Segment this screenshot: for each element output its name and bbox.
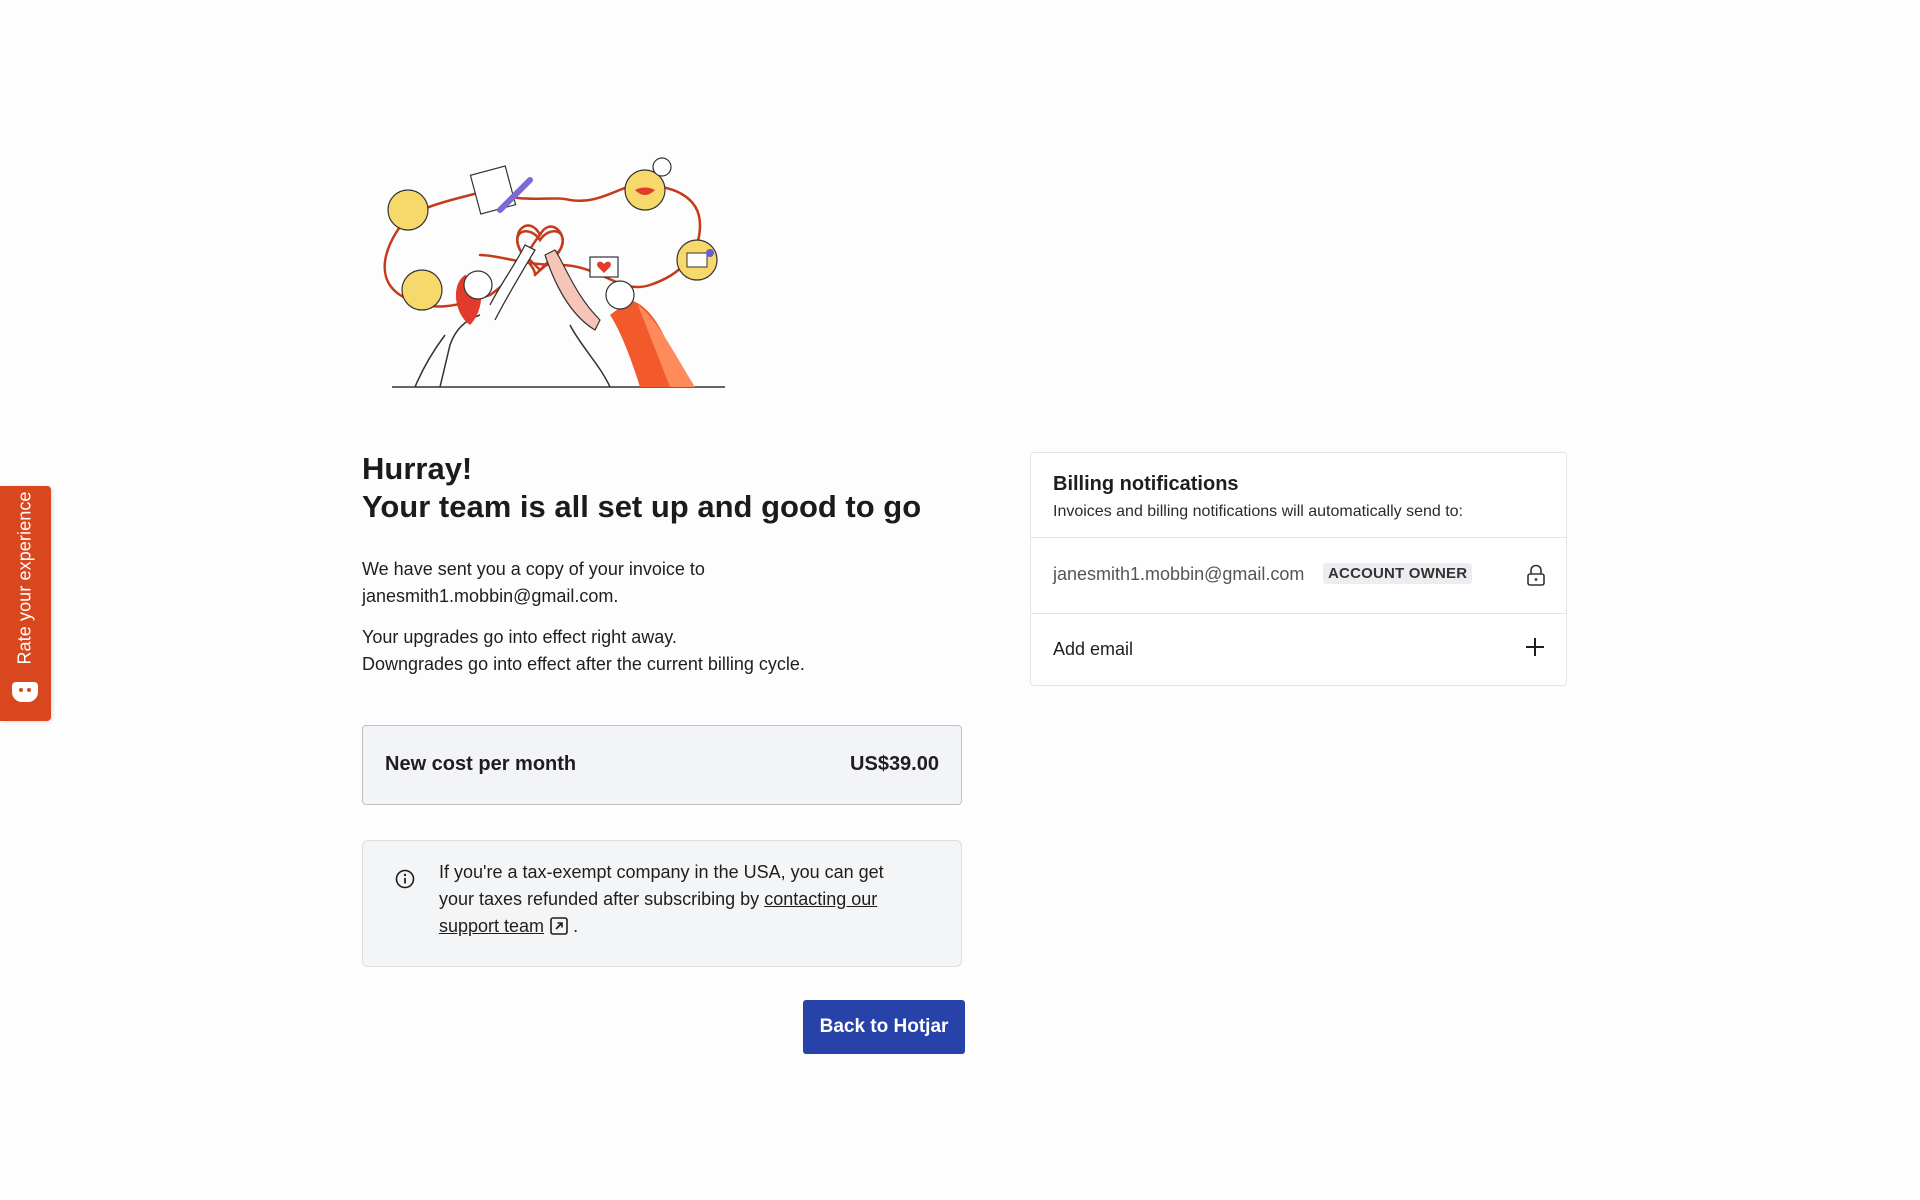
- cost-value: US$39.00: [850, 753, 939, 775]
- tax-exempt-info-box: If you're a tax-exempt company in the US…: [362, 840, 962, 967]
- billing-email-row: janesmith1.mobbin@gmail.com ACCOUNT OWNE…: [1031, 538, 1566, 614]
- smiley-face-icon: [12, 682, 38, 702]
- add-email-button[interactable]: Add email: [1031, 614, 1566, 684]
- billing-notifications-card: Billing notifications Invoices and billi…: [1030, 452, 1567, 686]
- downgrades-line: Downgrades go into effect after the curr…: [362, 654, 805, 674]
- confirmation-section: Hurray! Your team is all set up and good…: [362, 450, 966, 1054]
- plus-icon: [1526, 638, 1544, 656]
- billing-notifications-subtitle: Invoices and billing notifications will …: [1053, 503, 1463, 520]
- lock-icon: [1527, 564, 1545, 586]
- account-owner-badge: ACCOUNT OWNER: [1323, 563, 1473, 584]
- headline-line-2: Your team is all set up and good to go: [362, 489, 922, 524]
- add-email-label: Add email: [1053, 639, 1134, 659]
- external-link-icon: [550, 917, 568, 935]
- page-title: Hurray! Your team is all set up and good…: [362, 450, 966, 526]
- tax-exempt-info-text: If you're a tax-exempt company in the US…: [439, 859, 919, 940]
- billing-email: janesmith1.mobbin@gmail.com: [1053, 564, 1305, 584]
- headline-line-1: Hurray!: [362, 451, 473, 486]
- cost-label: New cost per month: [385, 753, 577, 775]
- billing-notifications-title: Billing notifications: [1053, 473, 1239, 495]
- info-circle-icon: [395, 869, 415, 889]
- upgrades-line: Your upgrades go into effect right away.: [362, 627, 677, 647]
- rate-experience-tab[interactable]: Rate your experience: [0, 486, 51, 721]
- team-high-five-illustration: [383, 157, 725, 388]
- billing-card-header: Billing notifications Invoices and billi…: [1031, 453, 1566, 538]
- back-to-hotjar-button[interactable]: Back to Hotjar: [803, 1000, 965, 1054]
- page: Rate your experience Hurray! Your team i…: [0, 0, 1920, 1200]
- invoice-sent-text: We have sent you a copy of your invoice …: [362, 559, 705, 606]
- rate-experience-label: Rate your experience: [14, 491, 35, 665]
- upgrade-info-text: Your upgrades go into effect right away.…: [362, 624, 966, 678]
- new-cost-summary: New cost per month US$39.00: [362, 725, 962, 805]
- info-text-after-link: .: [568, 916, 579, 936]
